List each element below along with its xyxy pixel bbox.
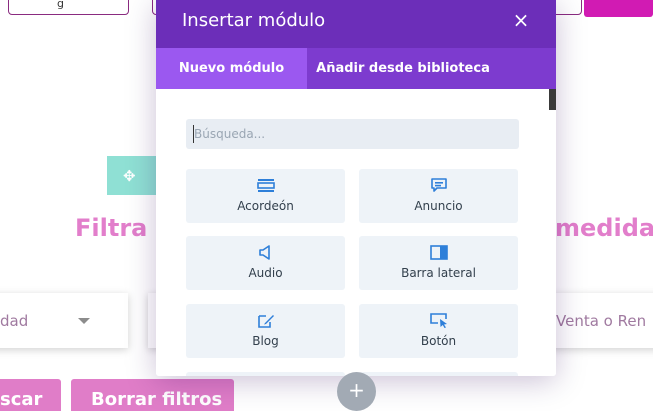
modal-title: Insertar módulo <box>182 10 326 31</box>
add-section-button[interactable]: + <box>337 372 376 411</box>
bg-select-left[interactable]: dad <box>0 293 128 348</box>
module-blog[interactable]: Blog <box>186 304 345 358</box>
search-button-label: scar <box>0 389 43 410</box>
module-sidebar[interactable]: Barra lateral <box>359 236 518 290</box>
clear-filters-button[interactable]: Borrar filtros <box>71 379 234 411</box>
module-label: Acordeón <box>237 199 294 213</box>
tab-new-module[interactable]: Nuevo módulo <box>156 48 307 89</box>
module-label: Botón <box>420 334 457 348</box>
module-label: Barra lateral <box>401 266 476 280</box>
bg-top-input[interactable]: g <box>8 0 129 15</box>
close-icon[interactable]: × <box>512 10 530 30</box>
bg-top-input-text: g <box>57 0 64 10</box>
modal-header: Insertar módulo × <box>156 0 556 48</box>
move-icon[interactable]: ✥ <box>123 167 136 185</box>
bg-heading-right: medida <box>555 214 653 242</box>
module-label: Blog <box>252 334 279 348</box>
text-cursor <box>193 125 194 143</box>
chevron-down-icon <box>78 318 90 324</box>
bg-top-button[interactable] <box>584 0 653 17</box>
bg-select-right-text: Venta o Ren <box>556 312 647 330</box>
module-audio[interactable]: Audio <box>186 236 345 290</box>
module-button[interactable]: Botón <box>359 304 518 358</box>
accordion-icon <box>186 178 345 194</box>
button-icon <box>359 313 518 329</box>
module-accordion[interactable]: Acordeón <box>186 169 345 223</box>
search-input[interactable] <box>186 119 519 149</box>
module-tile-partial[interactable] <box>359 372 518 376</box>
announcement-icon <box>359 178 518 194</box>
bg-select-right[interactable]: Venta o Ren <box>548 293 653 348</box>
bg-select-left-text: dad <box>0 312 29 330</box>
scrollbar[interactable] <box>549 89 556 110</box>
audio-icon <box>186 245 345 261</box>
module-label: Audio <box>248 266 283 280</box>
module-announcement[interactable]: Anuncio <box>359 169 518 223</box>
module-tile-partial[interactable] <box>186 372 345 376</box>
module-label: Anuncio <box>414 199 463 213</box>
insert-module-modal: Insertar módulo × Nuevo módulo Añadir de… <box>156 0 556 376</box>
clear-filters-label: Borrar filtros <box>91 389 223 410</box>
blog-icon <box>186 313 345 329</box>
modal-tabs: Nuevo módulo Añadir desde biblioteca <box>156 48 556 89</box>
tab-add-from-library[interactable]: Añadir desde biblioteca <box>307 48 499 89</box>
modal-body: Acordeón Anuncio Audio Barra lateral Blo <box>156 89 556 376</box>
search-button[interactable]: scar <box>0 379 61 411</box>
sidebar-icon <box>359 245 518 261</box>
